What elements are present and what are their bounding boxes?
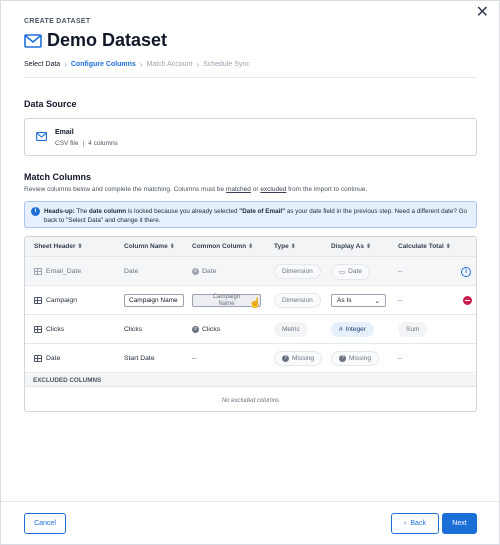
heads-up-alert: i Heads-up: The date column is locked be… [24,201,477,228]
header-sheet-header[interactable]: Sheet Header ⬍ [34,243,83,250]
header-calculate-total[interactable]: Calculate Total ⬍ [398,243,451,250]
email-icon [36,132,47,141]
question-icon: ? [339,355,346,362]
sort-icon: ⬍ [445,244,451,250]
sort-icon: ⬍ [248,244,254,250]
sheet-icon [34,297,42,304]
table-row: Email_Date Date ≡ Date Dimension ▭ Date --… [25,257,476,286]
question-icon: ? [282,355,289,362]
dialog-eyebrow: CREATE DATASET [24,18,91,25]
display-as-pill: ▭ Date [331,263,370,280]
sort-icon: ⬍ [169,244,175,250]
alert-text: is locked because you already selected [126,208,240,215]
back-button[interactable]: ‹ Back [391,513,439,534]
footer-divider [1,501,499,502]
display-as-pill[interactable]: ? Missing [331,351,380,366]
sheet-header-value: Campaign [46,297,77,304]
info-circle-icon[interactable]: i [461,266,471,277]
back-label: Back [410,520,426,527]
data-source-card: Email CSV file | 4 columns [24,118,477,156]
desc-text: or [250,186,261,193]
sheet-icon [34,355,42,362]
data-source-heading: Data Source [24,99,77,109]
info-icon: i [31,207,40,216]
calculate-total-pill[interactable]: Sum [398,322,428,337]
column-name-value: Date [124,268,139,275]
remove-icon[interactable] [463,296,472,305]
type-pill: Metric [274,322,308,337]
step-configure-columns[interactable]: Configure Columns [71,61,136,68]
column-count: 4 columns [88,140,118,147]
alert-text: "Date of Email" [239,208,286,215]
table-row: Date Start Date -- ? Missing ? Missing -- [25,344,476,373]
alert-text: date column [89,208,127,215]
match-description: Review columns below and complete the ma… [24,186,367,193]
sort-icon: ⬍ [290,244,296,250]
column-name-value: Clicks [124,326,143,333]
step-select-data[interactable]: Select Data [24,61,60,68]
alert-text: The [74,208,90,215]
excluded-link[interactable]: excluded [260,186,286,193]
header-common-column[interactable]: Common Column ⬍ [192,243,253,250]
close-icon[interactable]: ✕ [476,5,489,21]
display-as-select[interactable]: As Is ⌄ [331,294,386,307]
email-icon [24,33,42,48]
type-pill: Dimension [274,264,321,279]
create-dataset-dialog: ✕ CREATE DATASET Demo Dataset Select Dat… [0,0,500,545]
next-button[interactable]: Next [442,513,477,534]
chevron-down-icon: ⌄ [374,297,380,305]
step-schedule-sync: Schedule Sync [203,61,250,68]
data-source-meta: CSV file | 4 columns [55,140,118,147]
excluded-columns-header: EXCLUDED COLUMNS [25,374,476,387]
matched-link[interactable]: matched [226,186,251,193]
excluded-columns-empty: No excluded columns [221,398,280,404]
chevron-right-icon: › [196,60,200,69]
pointer-cursor-icon: ☝ [249,298,262,309]
type-pill[interactable]: ? Missing [274,351,323,366]
sheet-header-value: Clicks [46,326,65,333]
header-column-name[interactable]: Column Name ⬍ [124,243,175,250]
sheet-icon [34,268,42,275]
sheet-header-value: Email_Date [46,268,82,275]
columns-table: Sheet Header ⬍ Column Name ⬍ Common Column… [24,236,477,412]
common-column-value: -- [192,355,197,362]
match-columns-heading: Match Columns [24,172,92,182]
calendar-icon: ▭ [339,268,346,276]
type-pill: Dimension [274,293,321,308]
sort-icon: ⬍ [77,244,83,250]
chevron-right-icon: › [64,60,67,69]
display-as-pill[interactable]: # Integer [331,322,374,337]
table-header: Sheet Header ⬍ Column Name ⬍ Common Column… [25,237,476,257]
common-column-icon: ≡ [192,326,199,333]
page-title: Demo Dataset [47,30,168,50]
stepper: Select Data › Configure Columns › Match … [24,60,254,69]
chevron-right-icon: › [139,60,143,69]
stepper-divider [24,77,477,78]
cancel-button[interactable]: Cancel [24,513,66,534]
calculate-total-value: -- [398,297,403,304]
header-type[interactable]: Type ⬍ [274,243,296,250]
desc-text: from the import to continue. [286,186,368,193]
sort-icon: ⬍ [366,244,372,250]
chevron-left-icon: ‹ [404,520,407,527]
hash-icon: # [339,326,343,333]
step-match-account: Match Account [146,61,193,68]
desc-text: Review columns below and complete the ma… [24,186,226,193]
alert-label: Heads-up: [44,208,75,215]
common-column-icon: ≡ [192,268,199,275]
sheet-icon [34,326,42,333]
file-type: CSV file [55,140,79,147]
column-name-value: Start Date [124,355,155,362]
calculate-total-value: -- [398,355,403,362]
data-source-name: Email [55,129,74,136]
common-column-value: Date [202,268,217,275]
table-row: Clicks Clicks ≡ Clicks Metric # Integer Su… [25,315,476,344]
calculate-total-value: -- [398,268,403,275]
title-row: Demo Dataset [24,30,167,51]
header-display-as[interactable]: Display As ⬍ [331,243,371,250]
meta-separator: | [82,140,85,147]
column-name-input[interactable] [124,294,184,307]
common-column-value: Clicks [202,326,221,333]
sheet-header-value: Date [46,355,61,362]
